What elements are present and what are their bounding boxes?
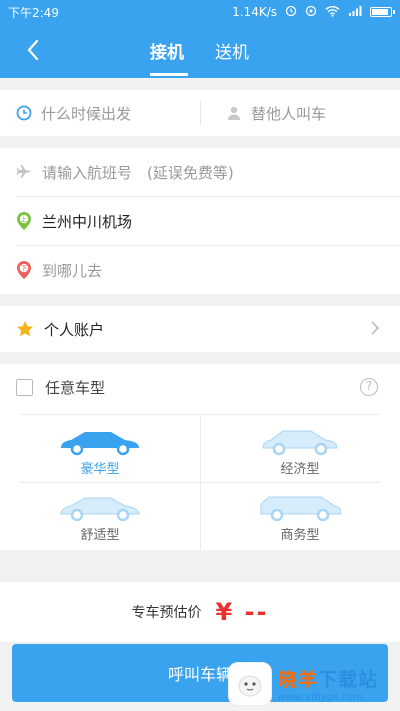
departure-time-placeholder: 什么时候出发	[41, 104, 132, 123]
car-type-label: 豪华型	[80, 462, 120, 477]
call-for-other-label: 替他人叫车	[251, 104, 327, 123]
chevron-left-icon	[27, 39, 39, 61]
time-row: 什么时候出发 替他人叫车	[0, 90, 400, 136]
price-estimate: 专车预估价 ¥ --	[0, 582, 400, 642]
status-bar: 下午2:49 1.14K/s	[0, 0, 400, 24]
wifi-icon	[325, 5, 340, 20]
account-row[interactable]: 个人账户	[0, 306, 400, 352]
price-estimate-label: 专车预估价	[131, 605, 202, 621]
watermark-url: www.xfhygs.com	[278, 691, 363, 703]
back-button[interactable]	[20, 36, 48, 64]
watermark: 晓羊下载站 www.xfhygs.com	[228, 656, 400, 711]
network-speed: 1.14K/s	[232, 5, 277, 19]
sedan-icon	[61, 432, 139, 456]
account-label: 个人账户	[44, 320, 105, 339]
route-card: 请输入航班号 (延误免费等) 上 兰州中川机场 下 到哪儿去	[0, 148, 400, 294]
signal-icon	[348, 5, 362, 20]
destination-placeholder: 到哪儿去	[42, 261, 103, 280]
svg-text:下: 下	[21, 265, 28, 273]
tab-active-indicator	[150, 73, 188, 76]
departure-time-picker[interactable]: 什么时候出发	[16, 90, 131, 136]
watermark-title-suffix: 下载站	[318, 668, 379, 691]
sedan-icon	[60, 497, 140, 522]
car-type-label: 舒适型	[80, 528, 120, 543]
call-car-label: 呼叫车辆	[167, 665, 232, 684]
watermark-logo-icon	[228, 661, 272, 706]
airplane-icon	[16, 165, 31, 178]
person-icon	[228, 106, 240, 120]
pickup-location-text: 兰州中川机场	[42, 212, 133, 231]
star-icon	[17, 321, 33, 337]
any-car-type-label: 任意车型	[45, 379, 106, 397]
divider	[200, 414, 201, 550]
car-type-luxury[interactable]: 豪华型	[20, 426, 180, 477]
tab-dropoff[interactable]: 送机	[215, 38, 249, 63]
dropoff-pin-icon: 下	[17, 261, 31, 279]
car-type-business[interactable]: 商务型	[220, 492, 380, 543]
car-type-label: 商务型	[280, 528, 320, 543]
any-car-type-checkbox[interactable]	[16, 379, 33, 396]
clock-icon	[16, 105, 32, 121]
watermark-title: 晓羊	[278, 668, 319, 691]
status-time: 下午2:49	[8, 5, 59, 20]
car-type-card: 任意车型 ? 豪华型 经济型 舒适型 商务型	[0, 364, 400, 550]
nav-bar: 接机 送机	[0, 24, 400, 78]
flight-number-field[interactable]: 请输入航班号 (延误免费等)	[16, 148, 234, 196]
call-for-other-button[interactable]: 替他人叫车	[226, 90, 326, 136]
car-type-comfort[interactable]: 舒适型	[20, 492, 180, 543]
battery-icon	[370, 7, 395, 17]
minivan-icon	[260, 496, 342, 522]
destination-field[interactable]: 下 到哪儿去	[16, 246, 102, 294]
compact-car-icon	[262, 430, 338, 456]
svg-text:上: 上	[21, 215, 28, 224]
divider	[200, 101, 201, 125]
car-type-economy[interactable]: 经济型	[220, 426, 380, 477]
flight-number-placeholder: 请输入航班号 (延误免费等)	[42, 163, 234, 182]
price-estimate-value: ¥ --	[215, 598, 269, 626]
help-icon[interactable]: ?	[360, 378, 378, 396]
chevron-right-icon	[371, 321, 380, 335]
tab-pickup[interactable]: 接机	[150, 38, 184, 63]
pickup-location[interactable]: 上 兰州中川机场	[16, 197, 132, 245]
any-car-type-option[interactable]: 任意车型	[16, 377, 105, 398]
alarm-icon	[285, 5, 297, 20]
pickup-pin-icon: 上	[17, 212, 31, 230]
sync-icon	[305, 5, 317, 20]
car-type-label: 经济型	[280, 462, 320, 477]
